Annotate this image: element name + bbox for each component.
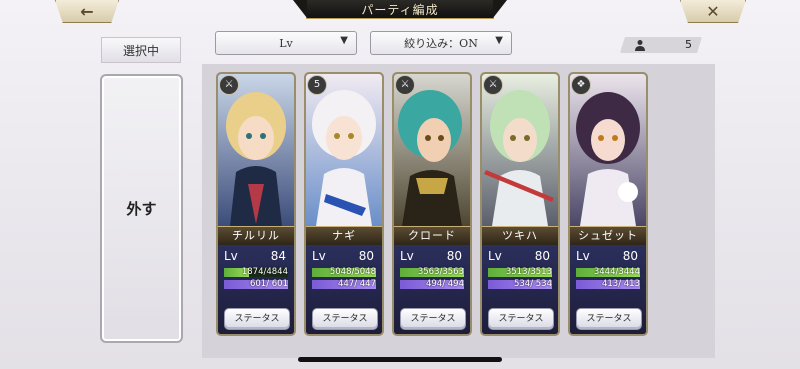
- level-label: Lv: [400, 249, 414, 263]
- character-portrait: [394, 74, 470, 226]
- sword-icon: ⚔: [483, 75, 503, 95]
- hp-value: 3513/3513: [505, 267, 552, 277]
- character-card[interactable]: ⚔ ツキハ Lv 80 3513/3513 534/ 534 ステータス: [480, 72, 560, 336]
- character-card[interactable]: ⚔ チルリル Lv 84 1874/4844 601/ 601 ステータス: [216, 72, 296, 336]
- status-button[interactable]: ステータス: [312, 308, 378, 330]
- character-portrait: [570, 74, 646, 226]
- selected-label: 選択中: [101, 37, 181, 63]
- hp-value: 3563/3563: [417, 267, 464, 277]
- hp-value: 1874/4844: [241, 267, 288, 277]
- mp-value: 447/ 447: [337, 279, 376, 289]
- filter-dropdown[interactable]: 絞り込み：ON ▼: [370, 31, 512, 55]
- user-icon: [635, 40, 645, 51]
- level-label: Lv: [312, 249, 326, 263]
- page-title: パーティ編成: [306, 0, 494, 19]
- hp-value: 5048/5048: [329, 267, 376, 277]
- staff-icon: ❖: [571, 75, 591, 95]
- status-button[interactable]: ステータス: [488, 308, 554, 330]
- arrow-left-icon: ←: [80, 1, 94, 21]
- sword-icon: ⚔: [395, 75, 415, 95]
- character-portrait: [482, 74, 558, 226]
- character-portrait: [218, 74, 294, 226]
- close-icon: ✕: [706, 1, 720, 21]
- remove-button[interactable]: 外す: [100, 74, 183, 343]
- chevron-down-icon: ▼: [340, 35, 348, 46]
- back-button[interactable]: ←: [55, 0, 119, 23]
- chevron-down-icon: ▼: [495, 35, 503, 46]
- level-label: Lv: [224, 249, 238, 263]
- level-value: 80: [446, 249, 462, 263]
- class-5-icon: 5: [307, 75, 327, 95]
- remove-label: 外す: [126, 200, 157, 218]
- mp-value: 494/ 494: [425, 279, 464, 289]
- level-value: 80: [534, 249, 550, 263]
- party-count: 5: [620, 37, 702, 53]
- mp-value: 413/ 413: [601, 279, 640, 289]
- character-card[interactable]: ⚔ クロード Lv 80 3563/3563 494/ 494 ステータス: [392, 72, 472, 336]
- level-label: Lv: [576, 249, 590, 263]
- status-button[interactable]: ステータス: [400, 308, 466, 330]
- level-value: 80: [622, 249, 638, 263]
- sword-icon: ⚔: [219, 75, 239, 95]
- level-value: 84: [270, 249, 286, 263]
- character-name: ツキハ: [482, 226, 558, 246]
- character-name: ナギ: [306, 226, 382, 246]
- mp-value: 534/ 534: [513, 279, 552, 289]
- sort-value: Lv: [279, 36, 293, 50]
- close-button[interactable]: ✕: [680, 0, 746, 23]
- status-button[interactable]: ステータス: [576, 308, 642, 330]
- filter-value: 絞り込み：ON: [404, 37, 478, 50]
- level-value: 80: [358, 249, 374, 263]
- sort-dropdown[interactable]: Lv ▼: [215, 31, 357, 55]
- status-button[interactable]: ステータス: [224, 308, 290, 330]
- level-label: Lv: [488, 249, 502, 263]
- mp-value: 601/ 601: [249, 279, 288, 289]
- character-portrait: [306, 74, 382, 226]
- home-indicator: [298, 357, 502, 362]
- character-card[interactable]: 5 ナギ Lv 80 5048/5048 447/ 447 ステータス: [304, 72, 384, 336]
- character-name: シュゼット: [570, 226, 646, 246]
- character-name: チルリル: [218, 226, 294, 246]
- hp-value: 3444/3444: [593, 267, 640, 277]
- party-count-value: 5: [685, 38, 692, 51]
- character-card[interactable]: ❖ シュゼット Lv 80 3444/3444 413/ 413 ステータス: [568, 72, 648, 336]
- character-name: クロード: [394, 226, 470, 246]
